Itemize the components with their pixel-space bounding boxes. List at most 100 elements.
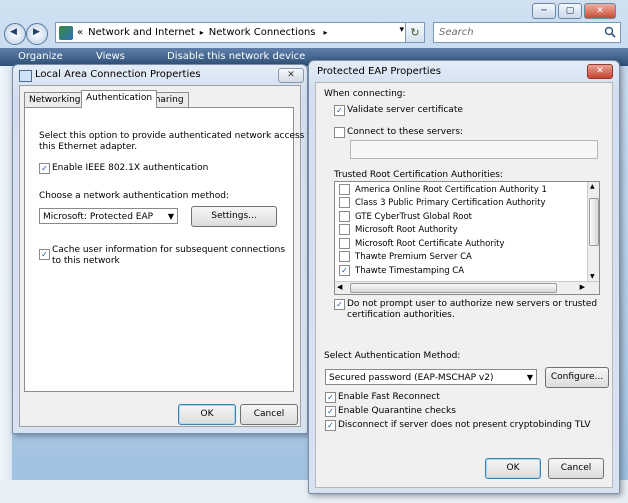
refresh-icon[interactable]: ↻ (405, 22, 425, 43)
scroll-thumb[interactable] (589, 198, 599, 246)
cert-name: GTE CyberTrust Global Root (355, 212, 472, 222)
scroll-right-icon[interactable]: ▶ (580, 283, 585, 291)
forward-button[interactable]: ▶ (26, 23, 48, 45)
when-connecting-label: When connecting: (324, 89, 406, 99)
trusted-ca-list[interactable]: America Online Root Certification Author… (334, 181, 600, 295)
vertical-scrollbar[interactable]: ▲ ▼ (587, 182, 599, 281)
address-bar[interactable]: « Network and Internet ▸ Network Connect… (55, 22, 425, 43)
fast-reconnect-label[interactable]: Enable Fast Reconnect (338, 392, 440, 402)
back-arrow-icon: ◀ (10, 27, 17, 37)
cancel-button[interactable]: Cancel (240, 404, 298, 425)
minimize-button[interactable]: ─ (532, 3, 556, 19)
auth-method-value: Secured password (EAP-MSCHAP v2) (329, 373, 494, 383)
authentication-tab-panel: Select this option to provide authentica… (24, 107, 320, 392)
chevron-down-icon: ▼ (526, 373, 533, 382)
quarantine-checkbox[interactable]: ✓ (325, 406, 336, 417)
search-placeholder: Search (439, 27, 474, 38)
list-item[interactable]: Class 3 Public Primary Certification Aut… (339, 197, 546, 210)
auth-method-select[interactable]: Microsoft: Protected EAP (PEAP) ▼ (39, 208, 178, 224)
organize-button[interactable]: Organize (18, 51, 63, 62)
auth-method-label: Select Authentication Method: (324, 351, 461, 361)
scroll-up-icon[interactable]: ▲ (590, 183, 595, 190)
cert-checkbox[interactable]: ✓ (339, 265, 350, 276)
list-item[interactable]: ✓ Thawte Timestamping CA (339, 265, 464, 278)
window-controls: ─ ▢ ✕ (532, 3, 616, 19)
search-input[interactable]: Search (433, 22, 621, 43)
dialog-body: When connecting: ✓ Validate server certi… (315, 82, 613, 488)
cancel-button[interactable]: Cancel (548, 458, 604, 479)
breadcrumb-separator-icon[interactable]: ▸ (200, 28, 204, 37)
validate-cert-checkbox[interactable]: ✓ (334, 105, 345, 116)
back-button[interactable]: ◀ (4, 23, 26, 45)
explorer-content-edge (0, 66, 12, 486)
description-line-1: Select this option to provide authentica… (39, 131, 320, 141)
dialog-title: Protected EAP Properties (317, 66, 441, 77)
cert-name: Thawte Premium Server CA (355, 252, 472, 262)
chevron-down-icon: ▼ (164, 209, 174, 223)
list-item[interactable]: Microsoft Root Authority (339, 224, 458, 237)
list-item[interactable]: America Online Root Certification Author… (339, 184, 547, 197)
no-prompt-label-line-1[interactable]: Do not prompt user to authorize new serv… (347, 299, 597, 309)
cert-name: Class 3 Public Primary Certification Aut… (355, 198, 546, 208)
search-icon[interactable] (604, 26, 616, 38)
disconnect-tlv-label[interactable]: Disconnect if server does not present cr… (338, 420, 591, 430)
disable-network-device-button[interactable]: Disable this network device (167, 51, 305, 62)
enable-8021x-label[interactable]: Enable IEEE 802.1X authentication (52, 163, 208, 173)
close-button[interactable]: ✕ (584, 3, 616, 19)
auth-method-label: Choose a network authentication method: (39, 191, 229, 201)
network-folder-icon (59, 25, 73, 40)
views-button[interactable]: Views (96, 51, 125, 62)
close-button[interactable]: ✕ (587, 64, 613, 79)
tab-networking[interactable]: Networking (24, 92, 86, 108)
connect-servers-checkbox[interactable] (334, 127, 345, 138)
list-item[interactable]: Thawte Premium Server CA (339, 251, 472, 264)
network-adapter-icon (19, 70, 32, 82)
cert-checkbox[interactable] (339, 184, 350, 195)
servers-input[interactable] (350, 140, 598, 159)
connect-servers-label[interactable]: Connect to these servers: (347, 127, 463, 137)
configure-button[interactable]: Configure... (545, 367, 609, 388)
enable-8021x-checkbox[interactable]: ✓ (39, 163, 50, 174)
scroll-down-icon[interactable]: ▼ (590, 273, 595, 280)
cert-checkbox[interactable] (339, 197, 350, 208)
fast-reconnect-checkbox[interactable]: ✓ (325, 392, 336, 403)
lan-properties-dialog: Local Area Connection Properties ✕ Netwo… (12, 64, 320, 434)
cache-user-label-line-1[interactable]: Cache user information for subsequent co… (52, 245, 285, 255)
auth-method-select[interactable]: Secured password (EAP-MSCHAP v2) ▼ (325, 369, 537, 385)
dialog-title: Local Area Connection Properties (35, 69, 201, 80)
breadcrumb-separator-icon[interactable]: ▸ (324, 28, 328, 37)
cert-name: Thawte Timestamping CA (355, 266, 465, 276)
scroll-left-icon[interactable]: ◀ (337, 283, 342, 291)
auth-method-value: Microsoft: Protected EAP (PEAP) (43, 212, 154, 222)
cache-user-label-line-2[interactable]: to this network (52, 256, 120, 266)
quarantine-label[interactable]: Enable Quarantine checks (338, 406, 456, 416)
cert-checkbox[interactable] (339, 224, 350, 235)
cert-name: Microsoft Root Certificate Authority (355, 239, 505, 249)
no-prompt-label-line-2[interactable]: certification authorities. (347, 310, 455, 320)
scroll-thumb[interactable] (350, 283, 557, 293)
disconnect-tlv-checkbox[interactable]: ✓ (325, 420, 336, 431)
ok-button[interactable]: OK (178, 404, 236, 425)
list-item[interactable]: Microsoft Root Certificate Authority (339, 238, 505, 251)
list-item[interactable]: GTE CyberTrust Global Root (339, 211, 472, 224)
address-dropdown-icon[interactable]: ▾ (399, 25, 404, 35)
cache-user-checkbox[interactable]: ✓ (39, 249, 50, 260)
no-prompt-checkbox[interactable]: ✓ (334, 299, 345, 310)
close-button[interactable]: ✕ (278, 68, 304, 83)
horizontal-scrollbar[interactable]: ◀ ▶ (335, 281, 599, 294)
cert-name: America Online Root Certification Author… (355, 185, 547, 195)
cert-name: Microsoft Root Authority (355, 225, 458, 235)
settings-button[interactable]: Settings... (191, 206, 277, 227)
trusted-ca-label: Trusted Root Certification Authorities: (334, 170, 504, 180)
validate-cert-label[interactable]: Validate server certificate (347, 105, 463, 115)
maximize-button[interactable]: ▢ (558, 3, 582, 19)
ok-button[interactable]: OK (485, 458, 541, 479)
breadcrumb-network-and-internet[interactable]: Network and Internet (88, 27, 195, 38)
cert-checkbox[interactable] (339, 211, 350, 222)
tab-authentication[interactable]: Authentication (81, 90, 158, 108)
address-chevrons-icon[interactable]: « (77, 27, 83, 38)
cert-checkbox[interactable] (339, 238, 350, 249)
cert-checkbox[interactable] (339, 251, 350, 262)
breadcrumb-network-connections[interactable]: Network Connections (209, 27, 316, 38)
dialog-body: Networking Authentication Sharing Select… (19, 85, 320, 427)
